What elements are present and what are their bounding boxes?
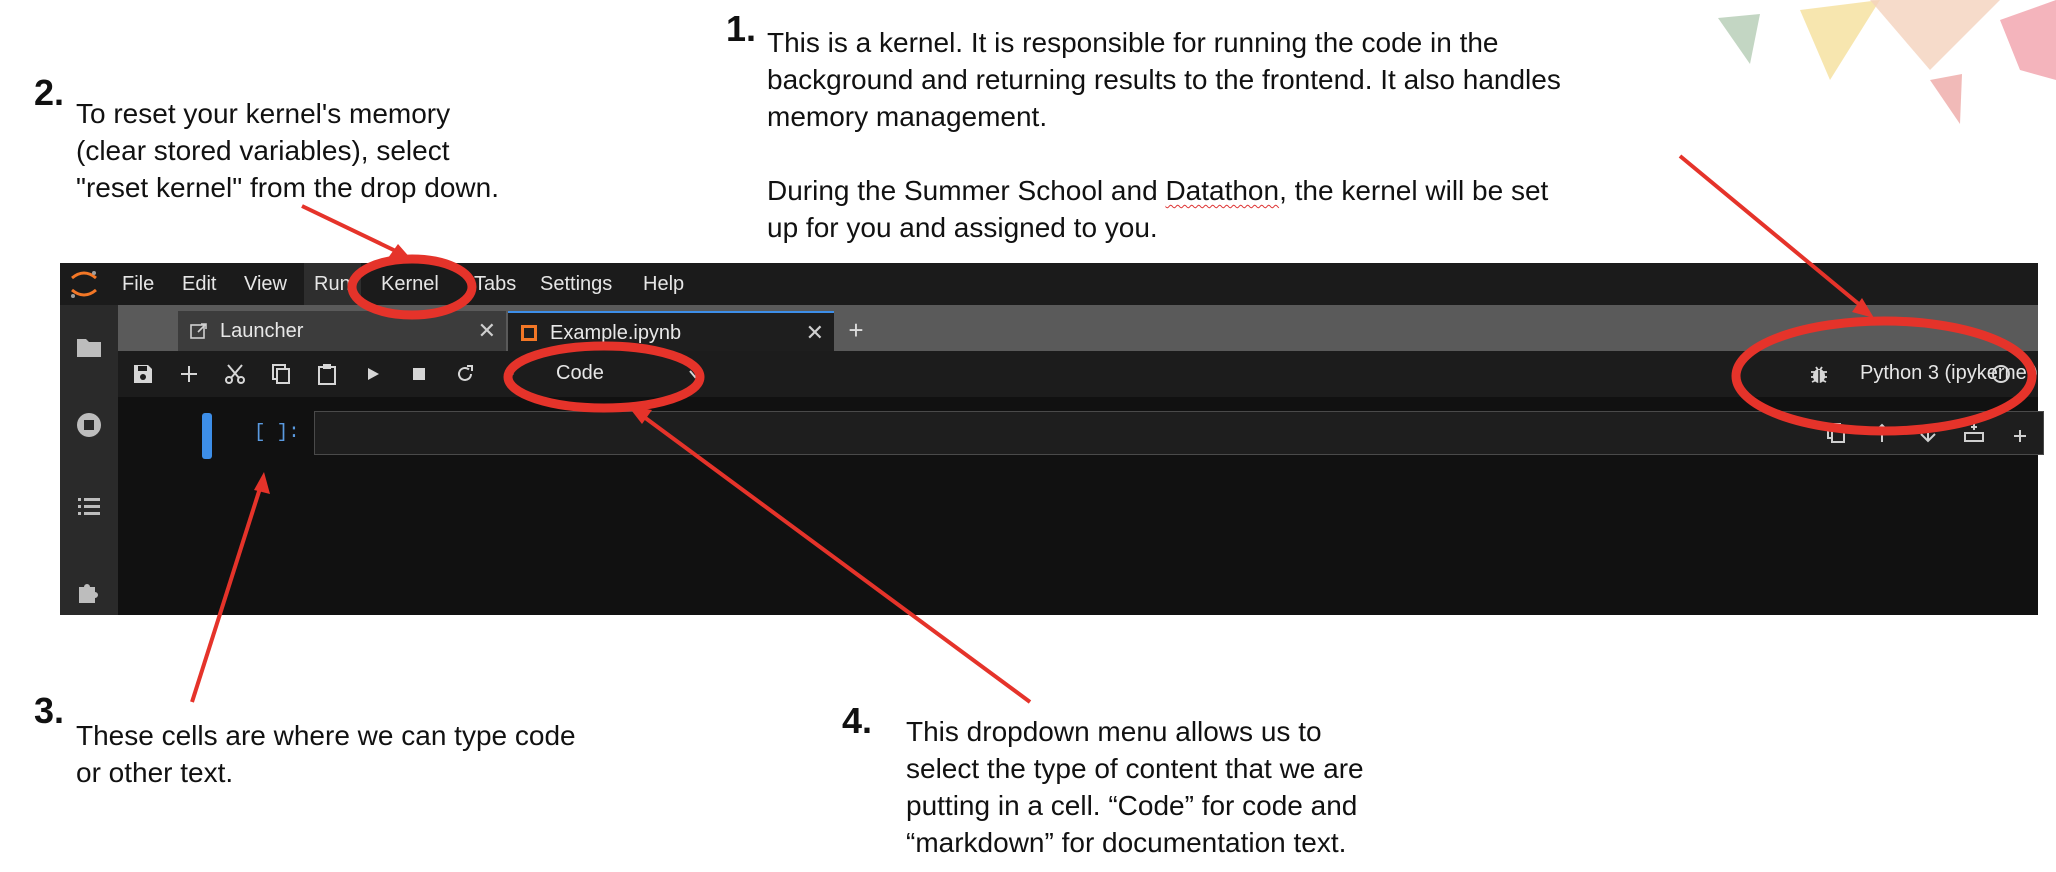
annotation-1-number: 1. — [726, 8, 757, 49]
move-down-icon[interactable] — [1917, 422, 1939, 444]
restart-icon[interactable] — [454, 363, 476, 385]
insert-cell-above-icon[interactable] — [1963, 422, 1985, 444]
chevron-down-icon — [689, 370, 701, 379]
jupyter-logo-icon — [71, 271, 97, 298]
save-icon[interactable] — [132, 363, 154, 385]
notebook-icon — [521, 325, 537, 341]
tab-example-notebook[interactable]: Example.ipynb ✕ — [508, 311, 834, 351]
extensions-puzzle-icon[interactable] — [75, 577, 103, 605]
run-all-icon[interactable] — [500, 363, 522, 385]
cell-type-value: Code — [556, 362, 604, 384]
new-tab-button[interactable]: + — [840, 315, 872, 347]
decorative-triangles — [1718, 0, 2056, 124]
menu-file[interactable]: File — [112, 263, 164, 305]
annotation-1-text: This is a kernel. It is responsible for … — [767, 24, 1561, 246]
menu-kernel[interactable]: Kernel — [371, 263, 449, 305]
menu-edit[interactable]: Edit — [172, 263, 226, 305]
close-icon[interactable]: ✕ — [478, 318, 496, 344]
notebook-panel: [ ]: — [118, 397, 2044, 615]
annotation-4-text: This dropdown menu allows us to select t… — [906, 716, 1364, 858]
menu-tabs[interactable]: Tabs — [464, 263, 526, 305]
cell-type-dropdown[interactable]: Code — [552, 357, 712, 391]
copy-icon[interactable] — [270, 363, 292, 385]
left-sidebar — [60, 305, 118, 615]
add-cell-icon[interactable] — [178, 363, 200, 385]
arrowhead-kernel-menu — [388, 244, 412, 260]
tab-bar: Launcher ✕ Example.ipynb ✕ + — [118, 305, 2038, 351]
stop-icon[interactable] — [408, 363, 430, 385]
cell-prompt: [ ]: — [254, 421, 300, 443]
cut-icon[interactable] — [224, 363, 246, 385]
active-cell-indicator — [202, 413, 212, 459]
jupyterlab-window: File Edit View Run Kernel Tabs Settings … — [60, 263, 2044, 615]
main-area: Launcher ✕ Example.ipynb ✕ + Code Python… — [118, 305, 2044, 615]
menu-view[interactable]: View — [234, 263, 297, 305]
running-sessions-icon[interactable] — [75, 411, 103, 439]
insert-cell-below-icon[interactable] — [2009, 422, 2031, 444]
duplicate-cell-icon[interactable] — [1825, 422, 1847, 444]
arrow-to-kernel-menu — [301, 204, 403, 256]
annotation-3-number: 3. — [34, 690, 65, 731]
annotation-4-number: 4. — [842, 700, 873, 741]
menu-run[interactable]: Run — [304, 263, 361, 305]
folder-icon[interactable] — [75, 333, 103, 361]
notebook-toolbar: Code Python 3 (ipykernel) — [118, 351, 2038, 397]
annotation-2-number: 2. — [34, 72, 65, 113]
launcher-icon — [190, 323, 207, 339]
annotation-3-text: These cells are where we can type code o… — [76, 720, 576, 788]
move-up-icon[interactable] — [1871, 422, 1893, 444]
table-of-contents-icon[interactable] — [75, 493, 103, 521]
menu-settings[interactable]: Settings — [530, 263, 622, 305]
tab-launcher-label: Launcher — [220, 320, 304, 342]
annotation-2-text: To reset your kernel's memory (clear sto… — [76, 98, 499, 203]
debugger-bug-icon[interactable] — [1808, 363, 1830, 385]
annotation-1-squiggle-word: Datathon — [1165, 175, 1280, 206]
close-icon[interactable]: ✕ — [806, 320, 824, 346]
kernel-status-idle-icon — [1992, 365, 2010, 383]
code-cell-input[interactable] — [314, 411, 2044, 455]
tab-launcher[interactable]: Launcher ✕ — [178, 311, 506, 351]
menu-help[interactable]: Help — [633, 263, 694, 305]
menu-bar: File Edit View Run Kernel Tabs Settings … — [60, 263, 2038, 305]
run-icon[interactable] — [362, 363, 384, 385]
tab-example-label: Example.ipynb — [550, 322, 682, 344]
kernel-name-button[interactable]: Python 3 (ipykernel) — [1860, 362, 2038, 385]
paste-icon[interactable] — [316, 363, 338, 385]
